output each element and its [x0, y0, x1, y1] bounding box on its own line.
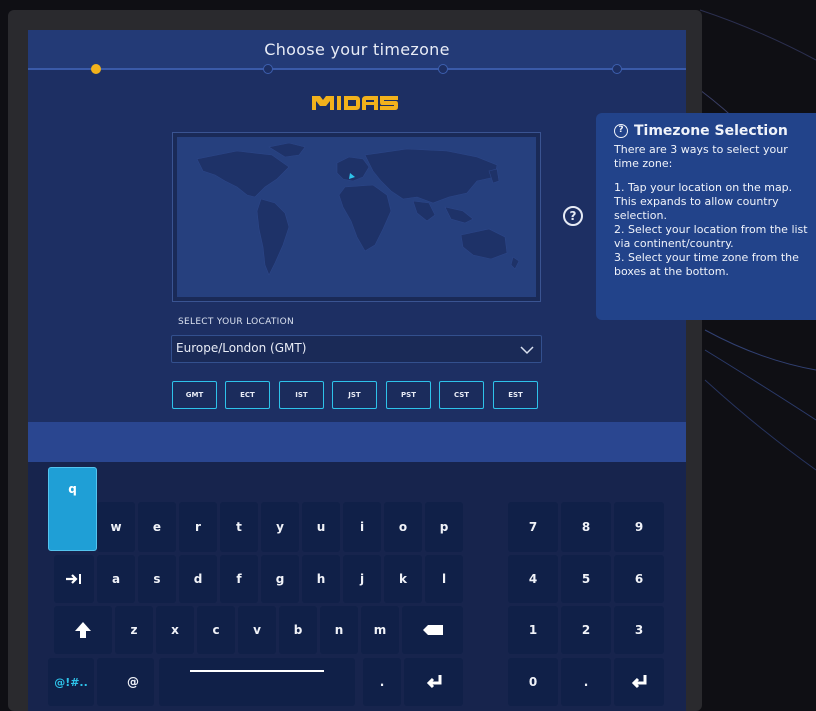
tz-button-ect[interactable]: ECT: [225, 381, 270, 409]
location-select-value: Europe/London (GMT): [176, 341, 307, 355]
numpad-period[interactable]: .: [561, 658, 611, 706]
location-select[interactable]: Europe/London (GMT): [171, 335, 542, 363]
midas-logo: [312, 96, 398, 110]
backspace-key[interactable]: [402, 606, 463, 654]
key-r[interactable]: r: [179, 502, 217, 552]
key-j[interactable]: j: [343, 555, 381, 603]
key-e[interactable]: e: [138, 502, 176, 552]
numpad-9[interactable]: 9: [614, 502, 664, 552]
key-h[interactable]: h: [302, 555, 340, 603]
question-circle-icon: ?: [614, 124, 628, 138]
key-y[interactable]: y: [261, 502, 299, 552]
tz-button-cst[interactable]: CST: [439, 381, 484, 409]
key-u[interactable]: u: [302, 502, 340, 552]
backspace-icon: [422, 625, 443, 635]
numpad-3[interactable]: 3: [614, 606, 664, 654]
numpad-8[interactable]: 8: [561, 502, 611, 552]
space-bar-line: [190, 670, 324, 672]
world-map-frame: [172, 132, 541, 302]
key-d[interactable]: d: [179, 555, 217, 603]
tooltip-intro: There are 3 ways to select your time zon…: [614, 143, 788, 170]
key-a[interactable]: a: [97, 555, 135, 603]
numpad-0[interactable]: 0: [508, 658, 558, 706]
key-z[interactable]: z: [115, 606, 153, 654]
tz-button-est[interactable]: EST: [493, 381, 538, 409]
tz-button-jst[interactable]: JST: [332, 381, 377, 409]
location-label: SELECT YOUR LOCATION: [178, 317, 295, 327]
key-x[interactable]: x: [156, 606, 194, 654]
key-l[interactable]: l: [425, 555, 463, 603]
shift-arrow-icon: [75, 622, 91, 638]
key-t[interactable]: t: [220, 502, 258, 552]
setup-screen: Choose your timezone SELECT YOUR LOCATIO…: [28, 30, 686, 711]
numpad-2[interactable]: 2: [561, 606, 611, 654]
space-key[interactable]: [159, 658, 355, 706]
shift-key[interactable]: [54, 606, 112, 654]
tooltip-title: Timezone Selection: [634, 123, 788, 139]
tooltip-step-2: 2. Select your location from the list vi…: [614, 223, 808, 250]
at-key[interactable]: @: [97, 658, 154, 706]
numpad-7[interactable]: 7: [508, 502, 558, 552]
tooltip-title-row: ? Timezone Selection: [614, 123, 808, 139]
tz-button-gmt[interactable]: GMT: [172, 381, 217, 409]
page-title: Choose your timezone: [264, 40, 450, 59]
progress-step-2: [263, 64, 273, 74]
title-bar: Choose your timezone: [28, 30, 686, 68]
tz-button-pst[interactable]: PST: [386, 381, 431, 409]
on-screen-keyboard: q w e r t y u i o p a s d f g h j k l z …: [28, 462, 686, 711]
numpad-5[interactable]: 5: [561, 555, 611, 603]
progress-track: [28, 68, 686, 70]
help-icon[interactable]: ?: [563, 206, 583, 226]
key-o[interactable]: o: [384, 502, 422, 552]
enter-icon: [426, 675, 441, 689]
key-n[interactable]: n: [320, 606, 358, 654]
numpad-6[interactable]: 6: [614, 555, 664, 603]
progress-step-1: [91, 64, 101, 74]
world-map[interactable]: [177, 137, 536, 297]
numpad-1[interactable]: 1: [508, 606, 558, 654]
enter-key[interactable]: [404, 658, 463, 706]
key-m[interactable]: m: [361, 606, 399, 654]
symbols-key[interactable]: @!#..: [48, 658, 94, 706]
key-f[interactable]: f: [220, 555, 258, 603]
key-s[interactable]: s: [138, 555, 176, 603]
key-q-popup[interactable]: q: [48, 467, 97, 551]
world-map-graphic: [196, 142, 520, 276]
key-b[interactable]: b: [279, 606, 317, 654]
key-w[interactable]: w: [97, 502, 135, 552]
key-g[interactable]: g: [261, 555, 299, 603]
progress-step-3: [438, 64, 448, 74]
tab-icon: [66, 574, 81, 584]
status-strip: [28, 422, 686, 462]
tab-key[interactable]: [54, 555, 94, 603]
tz-button-ist[interactable]: IST: [279, 381, 324, 409]
key-c[interactable]: c: [197, 606, 235, 654]
numpad-enter-key[interactable]: [614, 658, 664, 706]
key-k[interactable]: k: [384, 555, 422, 603]
key-v[interactable]: v: [238, 606, 276, 654]
tooltip-step-1: 1. Tap your location on the map. This ex…: [614, 181, 793, 222]
timezone-help-tooltip: ? Timezone Selection There are 3 ways to…: [596, 113, 816, 320]
period-key[interactable]: .: [363, 658, 401, 706]
chevron-down-icon: [520, 346, 534, 355]
numpad-4[interactable]: 4: [508, 555, 558, 603]
key-i[interactable]: i: [343, 502, 381, 552]
progress-step-4: [612, 64, 622, 74]
key-p[interactable]: p: [425, 502, 463, 552]
tooltip-step-3: 3. Select your time zone from the boxes …: [614, 251, 799, 278]
enter-icon: [631, 675, 647, 689]
